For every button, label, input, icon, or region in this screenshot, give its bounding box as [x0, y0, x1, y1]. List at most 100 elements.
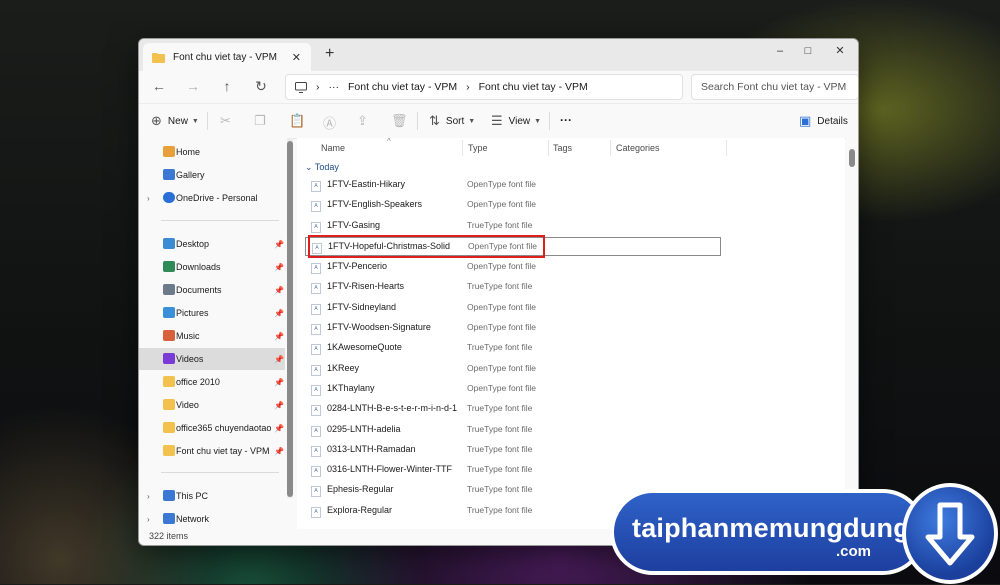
sidebar-scrollbar-thumb[interactable] [287, 141, 293, 497]
view-button[interactable]: ☰ View ▼ [491, 113, 541, 129]
address-bar[interactable]: › ··· Font chu viet tay - VPM › Font chu… [285, 74, 683, 100]
group-header-today[interactable]: ⌄ Today [305, 162, 339, 173]
file-row[interactable]: A 1KThaylany OpenType font file [305, 380, 845, 399]
sidebar-item-music[interactable]: Music 📌 [139, 325, 285, 347]
sidebar-item-pictures[interactable]: Pictures 📌 [139, 302, 285, 324]
sidebar-item-documents[interactable]: Documents 📌 [139, 279, 285, 301]
file-row[interactable]: A 1FTV-Gasing TrueType font file [305, 217, 845, 236]
sidebar-item-office-2010[interactable]: office 2010 📌 [139, 371, 285, 393]
copy-icon[interactable]: ❐ [254, 113, 266, 129]
sidebar-item-home[interactable]: Home [139, 141, 285, 163]
column-divider[interactable] [548, 140, 549, 156]
sidebar-item-network[interactable]: › Network [139, 508, 285, 530]
breadcrumb-item[interactable]: Font chu viet tay - VPM [479, 81, 588, 93]
share-icon[interactable]: ⇪ [357, 113, 368, 129]
tab-title: Font chu viet tay - VPM [173, 51, 277, 63]
chevron-right-icon[interactable]: › [147, 194, 150, 203]
computer-icon [163, 490, 175, 501]
file-row[interactable]: A 0316-LNTH-Flower-Winter-TTF TrueType f… [305, 461, 845, 480]
forward-button[interactable]: → [183, 78, 203, 94]
details-button[interactable]: ▣ Details [799, 113, 848, 129]
file-row[interactable]: A 0313-LNTH-Ramadan TrueType font file [305, 441, 845, 460]
pin-icon: 📌 [274, 285, 284, 295]
sort-icon: ⇅ [429, 113, 440, 128]
file-row[interactable]: A 1FTV-Woodsen-Signature OpenType font f… [305, 319, 845, 338]
font-file-icon: A [311, 222, 321, 233]
sidebar-divider [161, 220, 279, 221]
file-row[interactable]: A 1FTV-Risen-Hearts TrueType font file [305, 278, 845, 297]
breadcrumb-item[interactable]: Font chu viet tay - VPM [348, 81, 457, 93]
sidebar-item-gallery[interactable]: Gallery [139, 164, 285, 186]
file-type: TrueType font file [467, 220, 533, 230]
font-file-icon: A [311, 446, 321, 457]
sidebar-item-onedrive[interactable]: › OneDrive - Personal [139, 187, 285, 209]
toolbar-divider [417, 112, 418, 130]
desktop-icon [163, 238, 175, 249]
gallery-icon [163, 169, 175, 180]
pin-icon: 📌 [274, 377, 284, 387]
file-row[interactable]: A 1FTV-English-Speakers OpenType font fi… [305, 196, 845, 215]
file-name: Explora-Regular [327, 505, 393, 515]
new-button[interactable]: ⊕ New ▼ [151, 113, 199, 129]
file-row[interactable]: A 0284-LNTH-B-e-s-t-e-r-m-i-n-d-1 TrueTy… [305, 400, 845, 419]
sidebar-item-videos[interactable]: Videos 📌 [139, 348, 285, 370]
sidebar-item-office365[interactable]: office365 chuyendaotao 📌 [139, 417, 285, 439]
file-row[interactable]: A 1FTV-Sidneyland OpenType font file [305, 299, 845, 318]
videos-icon [163, 353, 175, 364]
folder-icon [152, 52, 165, 63]
up-button[interactable]: ↑ [217, 78, 237, 94]
sort-button[interactable]: ⇅ Sort ▼ [429, 113, 475, 129]
close-tab-icon[interactable]: ✕ [292, 51, 301, 64]
column-header-tags[interactable]: Tags [553, 138, 572, 158]
file-row-focused[interactable]: A 1FTV-Hopeful-Christmas-Solid OpenType … [305, 237, 721, 256]
folder-icon [163, 422, 175, 433]
column-divider[interactable] [610, 140, 611, 156]
file-row[interactable]: A 1FTV-Eastin-Hikary OpenType font file [305, 176, 845, 195]
delete-icon[interactable]: 🗑 [391, 113, 408, 129]
navigation-pane: Home Gallery › OneDrive - Personal Deskt… [139, 138, 287, 529]
tab-active[interactable]: Font chu viet tay - VPM ✕ [143, 43, 311, 71]
refresh-button[interactable]: ↻ [251, 78, 271, 95]
file-type: TrueType font file [467, 424, 533, 434]
breadcrumb-separator: › [316, 81, 320, 93]
breadcrumb-separator: › [466, 81, 470, 93]
file-type: OpenType font file [467, 199, 536, 209]
column-header-name[interactable]: Name [321, 138, 345, 158]
maximize-button[interactable]: □ [791, 41, 825, 61]
sidebar-item-font-folder[interactable]: Font chu viet tay - VPM 📌 [139, 440, 285, 462]
plus-circle-icon: ⊕ [151, 113, 162, 128]
file-list-scrollbar-thumb[interactable] [849, 149, 855, 167]
more-options-button[interactable]: ··· [560, 113, 572, 127]
file-row[interactable]: A 1KReey OpenType font file [305, 360, 845, 379]
file-type: TrueType font file [467, 342, 533, 352]
view-list-icon: ☰ [491, 113, 503, 128]
column-divider[interactable] [462, 140, 463, 156]
cut-icon[interactable]: ✂ [220, 113, 231, 129]
column-divider[interactable] [726, 140, 727, 156]
font-file-icon: A [311, 181, 321, 192]
file-row[interactable]: A 1FTV-Pencerio OpenType font file [305, 258, 845, 277]
rename-icon[interactable]: Ⓐ [323, 113, 336, 132]
file-name: 1KReey [327, 363, 360, 373]
chevron-right-icon[interactable]: › [147, 492, 150, 501]
breadcrumb-overflow[interactable]: ··· [329, 81, 340, 93]
back-button[interactable]: ← [149, 78, 169, 94]
new-tab-button[interactable]: + [325, 45, 334, 63]
folder-icon [163, 399, 175, 410]
paste-icon[interactable]: 📋 [289, 113, 305, 129]
file-list-scrollbar[interactable] [846, 138, 858, 529]
file-row[interactable]: A 0295-LNTH-adelia TrueType font file [305, 421, 845, 440]
pin-icon: 📌 [274, 446, 284, 456]
close-window-button[interactable]: ✕ [823, 41, 857, 61]
file-row[interactable]: A 1KAwesomeQuote TrueType font file [305, 339, 845, 358]
column-header-type[interactable]: Type [468, 138, 488, 158]
chevron-right-icon[interactable]: › [147, 515, 150, 524]
column-header-categories[interactable]: Categories [616, 138, 660, 158]
search-input[interactable]: Search Font chu viet tay - VPM [691, 74, 858, 100]
sidebar-item-downloads[interactable]: Downloads 📌 [139, 256, 285, 278]
sidebar-item-this-pc[interactable]: › This PC [139, 485, 285, 507]
sidebar-item-video[interactable]: Video 📌 [139, 394, 285, 416]
file-type: OpenType font file [467, 302, 536, 312]
file-list: Name ^ Type Tags Categories ⌄ Today A 1F… [297, 137, 845, 529]
sidebar-item-desktop[interactable]: Desktop 📌 [139, 233, 285, 255]
